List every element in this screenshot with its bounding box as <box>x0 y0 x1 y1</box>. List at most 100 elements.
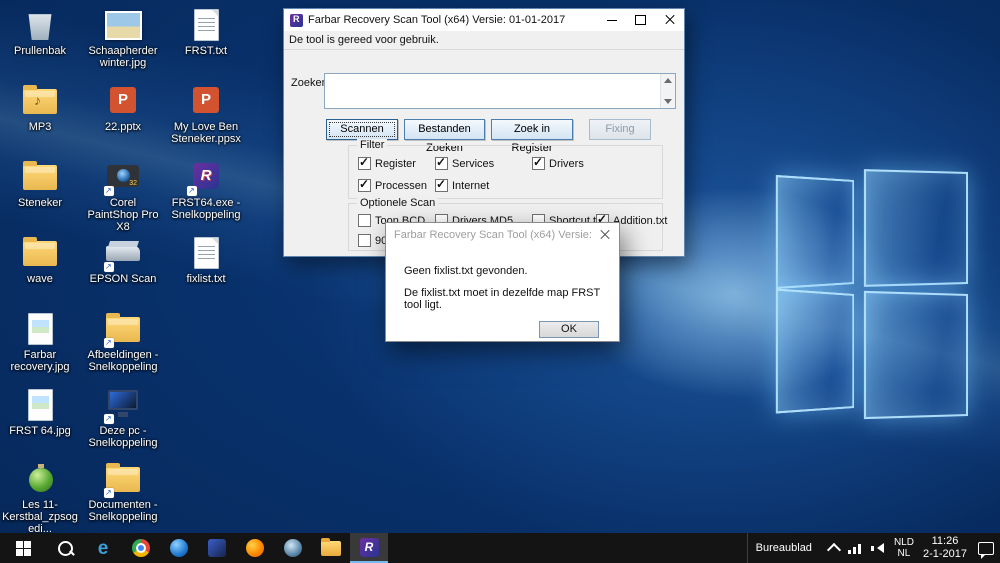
taskbar-app-blue[interactable] <box>160 533 198 563</box>
windows-logo <box>768 170 973 428</box>
desktop-icon-label: Deze pc - Snelkoppeling <box>85 425 161 449</box>
checkbox-processen[interactable]: Processen <box>358 179 427 192</box>
desktop-icon-label: wave <box>2 273 78 285</box>
image-file-icon <box>28 389 53 421</box>
fixing-button: Fixing <box>589 119 651 140</box>
desktop-toolbar[interactable]: Bureaublad <box>747 533 820 563</box>
desktop-icon-prullenbak[interactable]: Prullenbak <box>2 8 78 57</box>
desktop-icon-label: Schaapherder winter.jpg <box>85 45 161 69</box>
desktop-icon-label: FRST 64.jpg <box>2 425 78 437</box>
volume-icon[interactable] <box>871 542 885 555</box>
desktop-icon-22-pptx[interactable]: 22.pptx <box>85 84 161 133</box>
desktop-icon-les11-kerstbal[interactable]: Les 11-Kerstbal_zpsogedi... <box>2 462 78 533</box>
maximize-button[interactable] <box>626 9 655 31</box>
textarea-scrollbar[interactable] <box>660 74 675 108</box>
desktop-icon-label: My Love Ben Steneker.ppsx <box>168 121 244 145</box>
checkbox-label: Addition.txt <box>613 215 667 227</box>
edge-icon: e <box>98 539 109 558</box>
scannen-button[interactable]: Scannen <box>326 119 398 140</box>
taskbar-firefox[interactable] <box>236 533 274 563</box>
network-signal-icon[interactable] <box>848 542 862 555</box>
dialog-titlebar[interactable]: Farbar Recovery Scan Tool (x64) Versie: … <box>386 223 619 247</box>
computer-icon <box>108 390 138 410</box>
dialog-close-button[interactable] <box>591 223 619 247</box>
checkbox-services[interactable]: Services <box>435 157 494 170</box>
zoek-in-register-button[interactable]: Zoek in Register <box>491 119 573 140</box>
desktop-icon-label: Afbeeldingen - Snelkoppeling <box>85 349 161 373</box>
frst-titlebar[interactable]: Farbar Recovery Scan Tool (x64) Versie: … <box>284 9 684 31</box>
maximize-icon <box>635 15 646 25</box>
taskbar: e R Bureaublad NLD NL 11:26 2-1-2017 <box>0 533 1000 563</box>
desktop-icon-schaapherder[interactable]: Schaapherder winter.jpg <box>85 8 161 69</box>
checkbox-internet[interactable]: Internet <box>435 179 489 192</box>
windows-start-icon <box>16 541 31 556</box>
music-note-icon <box>20 84 60 118</box>
recycle-bin-icon <box>27 10 53 40</box>
shortcut-arrow-icon <box>104 262 114 272</box>
ornament-image-icon <box>29 468 53 492</box>
search-button[interactable] <box>46 533 84 563</box>
filter-group-title: Filter <box>357 139 387 151</box>
taskbar-app-dark[interactable] <box>198 533 236 563</box>
desktop-icon-deze-pc[interactable]: Deze pc - Snelkoppeling <box>85 388 161 449</box>
desktop-icon-wave[interactable]: wave <box>2 236 78 285</box>
shortcut-arrow-icon <box>187 186 197 196</box>
desktop-icon-frst-txt[interactable]: FRST.txt <box>168 8 244 57</box>
desktop-icon-label: Corel PaintShop Pro X8 <box>85 197 161 233</box>
desktop-icon-farbar-recovery-jpg[interactable]: Farbar recovery.jpg <box>2 312 78 373</box>
checkbox-icon <box>358 157 371 170</box>
taskbar-app-steel[interactable] <box>274 533 312 563</box>
language-indicator[interactable]: NLD NL <box>894 537 914 559</box>
checkbox-icon <box>532 157 545 170</box>
frst-titlebar-icon <box>290 14 303 27</box>
checkbox-icon <box>358 214 371 227</box>
desktop-icon-steneker[interactable]: Steneker <box>2 160 78 209</box>
desktop-icon-fixlist-txt[interactable]: fixlist.txt <box>168 236 244 285</box>
checkbox-icon <box>435 157 448 170</box>
desktop-icon-corel-paintshop[interactable]: Corel PaintShop Pro X8 <box>85 160 161 233</box>
taskbar-file-explorer[interactable] <box>312 533 350 563</box>
close-button[interactable] <box>655 9 684 31</box>
desktop-icon-label: fixlist.txt <box>168 273 244 285</box>
checkbox-register[interactable]: Register <box>358 157 416 170</box>
bestanden-zoeken-button[interactable]: Bestanden Zoeken <box>404 119 485 140</box>
taskbar-edge[interactable]: e <box>84 533 122 563</box>
folder-icon <box>23 165 57 190</box>
language-region: NL <box>894 548 914 559</box>
shortcut-arrow-icon <box>104 338 114 348</box>
desktop-icon-label: Prullenbak <box>2 45 78 57</box>
tray-expand-chevron-icon[interactable] <box>827 542 841 556</box>
checkbox-drivers[interactable]: Drivers <box>532 157 584 170</box>
filter-group: Filter Register Services Drivers Process… <box>348 145 663 199</box>
minimize-button[interactable] <box>597 9 626 31</box>
photo-thumbnail-icon <box>105 11 142 40</box>
desktop-icon-label: Les 11-Kerstbal_zpsogedi... <box>2 499 78 533</box>
blue-app-icon <box>170 539 188 557</box>
close-icon <box>665 15 675 25</box>
shortcut-arrow-icon <box>104 488 114 498</box>
ok-button[interactable]: OK <box>539 321 599 338</box>
desktop-icon-afbeeldingen[interactable]: Afbeeldingen - Snelkoppeling <box>85 312 161 373</box>
clock[interactable]: 11:26 2-1-2017 <box>923 535 967 561</box>
desktop-icon-documenten[interactable]: Documenten - Snelkoppeling <box>85 462 161 523</box>
desktop-icon-my-love-ppsx[interactable]: My Love Ben Steneker.ppsx <box>168 84 244 145</box>
search-textarea[interactable] <box>324 73 676 109</box>
taskbar-chrome[interactable] <box>122 533 160 563</box>
scroll-up-icon[interactable] <box>664 78 672 83</box>
action-center-icon[interactable] <box>978 542 994 555</box>
camera-app-icon <box>107 165 139 187</box>
minimize-icon <box>607 20 617 21</box>
scanner-icon <box>106 246 140 261</box>
desktop-icon-frst-64-jpg[interactable]: FRST 64.jpg <box>2 388 78 437</box>
steel-app-icon <box>284 539 302 557</box>
window-title: Farbar Recovery Scan Tool (x64) Versie: … <box>308 14 597 26</box>
taskbar-frst-active[interactable]: R <box>350 533 388 563</box>
desktop-icon-label: FRST64.exe - Snelkoppeling <box>168 197 244 221</box>
scroll-down-icon[interactable] <box>664 99 672 104</box>
desktop-icon-epson-scan[interactable]: EPSON Scan <box>85 236 161 285</box>
desktop-icon-mp3[interactable]: MP3 <box>2 84 78 133</box>
desktop-icon-frst64-exe[interactable]: FRST64.exe - Snelkoppeling <box>168 160 244 221</box>
desktop-icon-label: Documenten - Snelkoppeling <box>85 499 161 523</box>
dialog-title: Farbar Recovery Scan Tool (x64) Versie: … <box>394 229 591 241</box>
start-button[interactable] <box>0 533 46 563</box>
